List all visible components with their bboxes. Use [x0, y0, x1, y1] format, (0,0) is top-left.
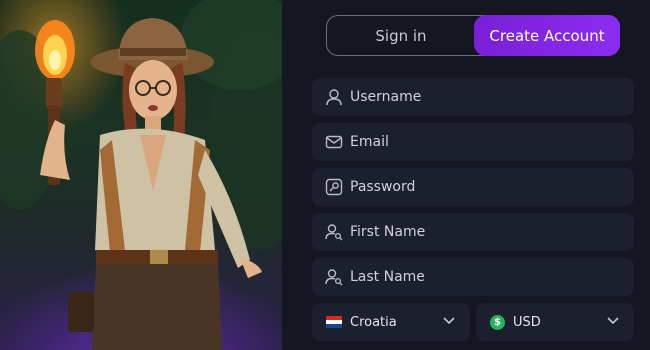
password-input[interactable]	[350, 179, 620, 195]
torch-flame	[35, 20, 75, 80]
currency-select[interactable]: $ USD	[476, 303, 634, 341]
username-field[interactable]	[312, 78, 634, 116]
tab-create-account[interactable]: Create Account	[474, 15, 620, 56]
last-name-input[interactable]	[350, 269, 620, 285]
dollar-coin-icon: $	[490, 314, 505, 330]
email-input[interactable]	[350, 134, 620, 150]
last-name-field[interactable]	[312, 258, 634, 296]
user-search-icon	[324, 222, 344, 242]
country-select[interactable]: Croatia	[312, 303, 470, 341]
username-input[interactable]	[350, 89, 620, 105]
croatia-flag-icon	[326, 316, 342, 328]
chevron-down-icon	[442, 315, 456, 330]
hero-illustration	[0, 0, 282, 350]
country-value: Croatia	[350, 314, 397, 330]
password-field[interactable]	[312, 168, 634, 206]
auth-tabs: Sign in Create Account	[326, 15, 620, 56]
email-field[interactable]	[312, 123, 634, 161]
explorer-artwork	[0, 0, 282, 350]
envelope-icon	[324, 132, 344, 152]
user-search-icon	[324, 267, 344, 287]
first-name-field[interactable]	[312, 213, 634, 251]
key-icon	[324, 177, 344, 197]
chevron-down-icon	[606, 315, 620, 330]
first-name-input[interactable]	[350, 224, 620, 240]
tab-sign-in[interactable]: Sign in	[327, 16, 475, 55]
currency-value: USD	[513, 314, 541, 330]
user-icon	[324, 87, 344, 107]
